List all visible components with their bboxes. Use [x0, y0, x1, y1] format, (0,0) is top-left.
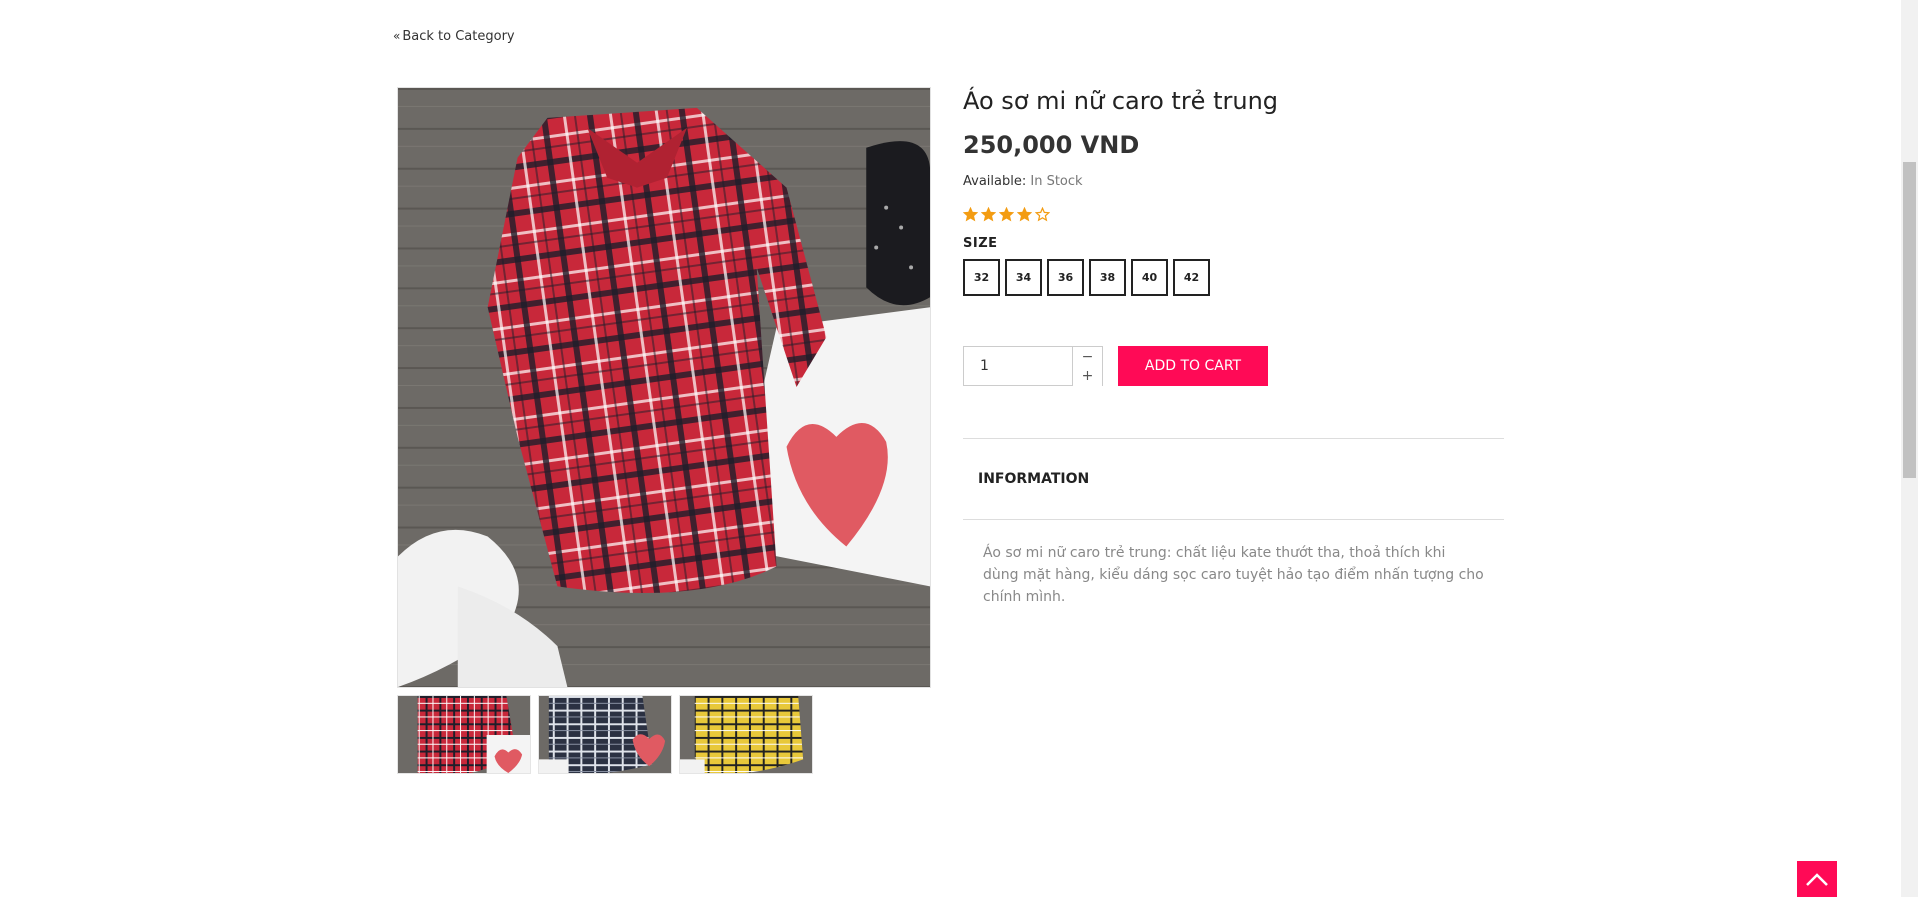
- cart-row: − + ADD TO CART: [963, 346, 1504, 386]
- product-photo: [398, 88, 930, 687]
- star-filled-icon: [1017, 207, 1032, 222]
- product-description: Áo sơ mi nữ caro trẻ trung: chất liệu ka…: [983, 545, 1484, 605]
- star-filled-icon: [981, 207, 996, 222]
- product-main-image[interactable]: [397, 87, 931, 688]
- thumbnail-navy-image: [539, 696, 671, 773]
- thumbnail-yellow-image: [680, 696, 812, 773]
- thumbnail-red-plaid[interactable]: [397, 695, 531, 774]
- back-to-category-link[interactable]: «Back to Category: [393, 29, 515, 44]
- star-filled-icon: [963, 207, 978, 222]
- size-option-42[interactable]: 42: [1173, 259, 1210, 296]
- thumbnail-yellow-plaid[interactable]: [679, 695, 813, 774]
- size-option-32[interactable]: 32: [963, 259, 1000, 296]
- chevron-up-icon: [1806, 873, 1828, 886]
- product-title: Áo sơ mi nữ caro trẻ trung: [963, 87, 1279, 115]
- star-empty-icon: [1035, 207, 1050, 222]
- scrollbar-thumb[interactable]: [1903, 162, 1916, 478]
- double-chevron-left-icon: «: [393, 29, 401, 43]
- quantity-input[interactable]: [964, 347, 1074, 385]
- product-price: 250,000 VND: [963, 131, 1140, 159]
- size-label: SIZE: [963, 236, 998, 251]
- add-to-cart-button[interactable]: ADD TO CART: [1118, 346, 1268, 386]
- availability-label: Available:: [963, 174, 1027, 189]
- size-option-38[interactable]: 38: [1089, 259, 1126, 296]
- stock-status: In Stock: [1030, 174, 1083, 189]
- availability: Available: In Stock: [963, 174, 1504, 189]
- page-scrollbar[interactable]: [1901, 0, 1918, 897]
- thumbnail-navy-plaid[interactable]: [538, 695, 672, 774]
- size-option-36[interactable]: 36: [1047, 259, 1084, 296]
- size-option-40[interactable]: 40: [1131, 259, 1168, 296]
- product-thumbnails: [397, 695, 813, 774]
- scroll-to-top-button[interactable]: [1797, 861, 1837, 897]
- quantity-decrease-button[interactable]: −: [1072, 347, 1102, 367]
- back-to-category-label: Back to Category: [402, 29, 515, 44]
- size-option-34[interactable]: 34: [1005, 259, 1042, 296]
- star-filled-icon: [999, 207, 1014, 222]
- size-options: 32 34 36 38 40 42: [963, 259, 1504, 296]
- thumbnail-red-image: [398, 696, 530, 773]
- rating-stars: [963, 207, 1504, 222]
- info-tabs: INFORMATION: [963, 438, 1504, 520]
- tab-information[interactable]: INFORMATION: [978, 471, 1089, 487]
- quantity-increase-button[interactable]: +: [1072, 366, 1102, 386]
- quantity-stepper: − +: [963, 346, 1103, 386]
- product-info: Áo sơ mi nữ caro trẻ trung 250,000 VND A…: [963, 86, 1504, 608]
